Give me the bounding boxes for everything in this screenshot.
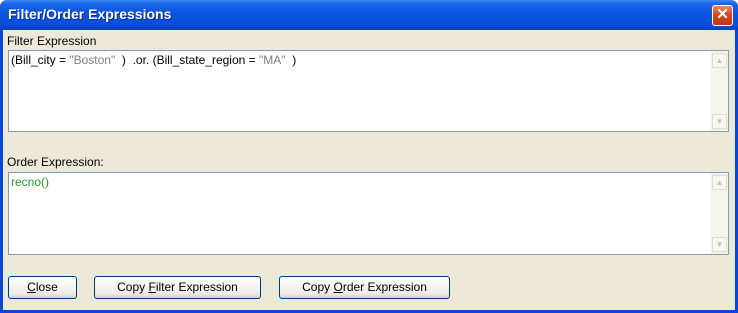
- copy-filter-label-pre: Copy: [117, 280, 149, 294]
- copy-order-label-post: rder Expression: [342, 280, 427, 294]
- close-button[interactable]: Close: [8, 276, 77, 299]
- filter-string-boston: "Boston": [69, 53, 116, 67]
- order-scroll-up-button[interactable]: ▲: [712, 175, 727, 190]
- copy-filter-accel: F: [148, 280, 156, 294]
- order-scroll-down-button[interactable]: ▼: [712, 237, 727, 252]
- filter-scrollbar[interactable]: ▲ ▼: [711, 51, 728, 131]
- close-icon: ✕: [716, 6, 729, 23]
- filter-expression-text: (Bill_city = "Boston" ) .or. (Bill_state…: [11, 53, 296, 67]
- order-scrollbar[interactable]: ▲ ▼: [711, 173, 728, 254]
- filter-expression-label: Filter Expression: [7, 34, 97, 48]
- scroll-up-icon: ▲: [715, 178, 724, 187]
- close-button-accel: C: [27, 280, 36, 294]
- filter-part-3: ): [285, 53, 297, 67]
- scroll-down-icon: ▼: [715, 240, 724, 249]
- dialog-client-area: Filter Expression (Bill_city = "Boston" …: [3, 30, 735, 310]
- copy-order-expression-button[interactable]: Copy Order Expression: [279, 276, 450, 299]
- filter-part-2: ) .or. (Bill_state_region =: [115, 53, 259, 67]
- dialog-window: Filter/Order Expressions ✕ Filter Expres…: [0, 0, 738, 313]
- filter-part-1: (Bill_city =: [11, 53, 70, 67]
- scroll-up-icon: ▲: [715, 56, 724, 65]
- close-button-label-post: lose: [35, 280, 58, 294]
- close-window-button[interactable]: ✕: [712, 5, 733, 26]
- order-expression-label: Order Expression:: [7, 155, 104, 169]
- copy-filter-label-post: ilter Expression: [155, 280, 238, 294]
- copy-order-accel: O: [333, 280, 343, 294]
- scroll-down-icon: ▼: [715, 117, 724, 126]
- order-expression-textbox[interactable]: recno() ▲ ▼: [8, 172, 729, 255]
- copy-order-label-pre: Copy: [302, 280, 334, 294]
- filter-scroll-up-button[interactable]: ▲: [712, 53, 727, 68]
- window-title: Filter/Order Expressions: [8, 6, 172, 22]
- filter-string-ma: "MA": [259, 53, 286, 67]
- filter-scroll-down-button[interactable]: ▼: [712, 114, 727, 129]
- copy-filter-expression-button[interactable]: Copy Filter Expression: [94, 276, 261, 299]
- order-expression-text: recno(): [11, 175, 50, 189]
- filter-expression-textbox[interactable]: (Bill_city = "Boston" ) .or. (Bill_state…: [8, 50, 729, 132]
- title-bar[interactable]: Filter/Order Expressions ✕: [0, 0, 738, 30]
